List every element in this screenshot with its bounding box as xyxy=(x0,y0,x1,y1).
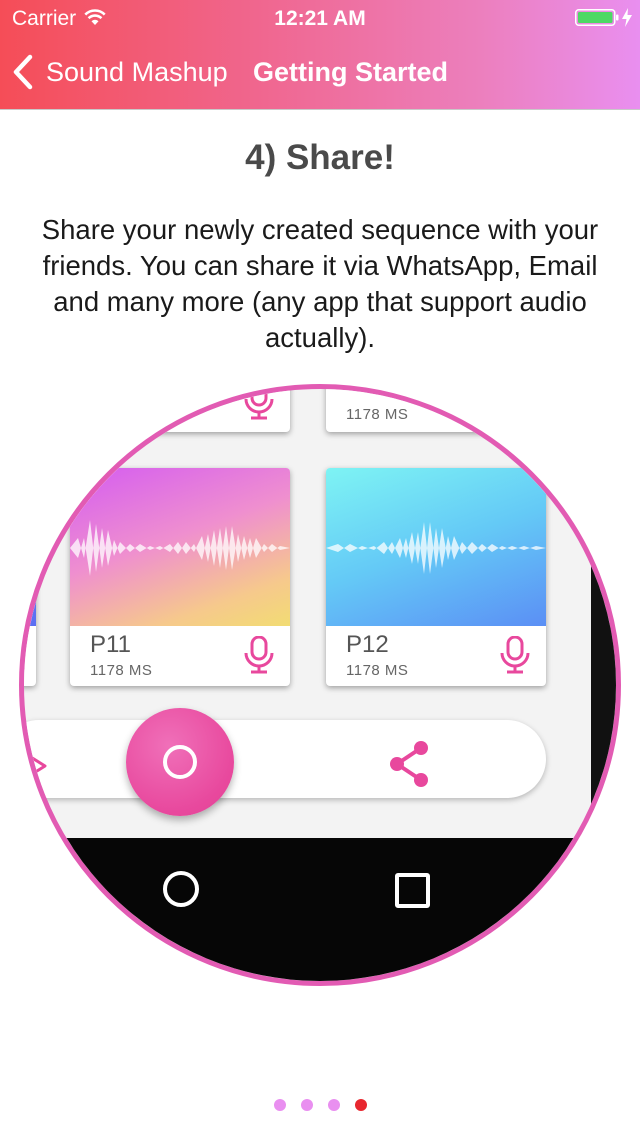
pad-card-p11: P11 1178 MS xyxy=(70,468,290,686)
back-button[interactable]: Sound Mashup xyxy=(10,52,228,92)
home-circle-icon xyxy=(163,871,199,907)
play-icon xyxy=(27,754,47,778)
recent-apps-square-icon xyxy=(395,873,430,908)
back-button-label: Sound Mashup xyxy=(46,56,228,87)
record-ring-icon xyxy=(163,745,197,779)
header-divider xyxy=(0,109,640,110)
back-chevron-icon xyxy=(13,54,33,90)
app-preview-image: 1178 MS P11 1178 MS P12 1178 MS xyxy=(19,384,621,986)
controls-bar xyxy=(24,720,546,798)
pad-card xyxy=(24,468,36,686)
charging-bolt-icon xyxy=(622,8,632,27)
header: Carrier 12:21 AM Sound Mashup Getting St… xyxy=(0,0,640,109)
mic-icon xyxy=(244,636,274,674)
nav-title: Getting Started xyxy=(253,57,449,87)
pad-duration: 1178 MS xyxy=(346,406,409,423)
step-description: Share your newly created sequence with y… xyxy=(41,214,599,353)
page-dot[interactable] xyxy=(273,1099,286,1111)
pad-card-p12: P12 1178 MS xyxy=(326,468,546,686)
pad-artwork xyxy=(24,468,36,626)
step-title: 4) Share! xyxy=(245,138,395,177)
pad-artwork xyxy=(326,468,546,626)
pad-artwork xyxy=(70,468,290,626)
mic-icon xyxy=(500,636,530,674)
android-navbar xyxy=(24,838,616,981)
pad-name: P12 xyxy=(346,631,389,658)
pad-card xyxy=(70,389,290,432)
page-indicator xyxy=(0,1099,640,1113)
record-button xyxy=(126,708,234,816)
phone-edge xyxy=(591,389,616,849)
page-dot[interactable] xyxy=(300,1099,313,1111)
status-time: 12:21 AM xyxy=(274,7,366,30)
page-dot-active[interactable] xyxy=(354,1099,367,1111)
pad-duration: 1178 MS xyxy=(346,662,409,679)
share-icon xyxy=(390,741,428,787)
pad-card: 1178 MS xyxy=(326,389,546,432)
mic-icon xyxy=(244,389,274,420)
page-dot[interactable] xyxy=(327,1099,340,1111)
battery-icon xyxy=(575,9,619,26)
waveform-icon xyxy=(326,522,546,574)
waveform-icon xyxy=(70,520,290,576)
pad-duration: 1178 MS xyxy=(90,662,153,679)
pad-name: P11 xyxy=(90,631,131,658)
